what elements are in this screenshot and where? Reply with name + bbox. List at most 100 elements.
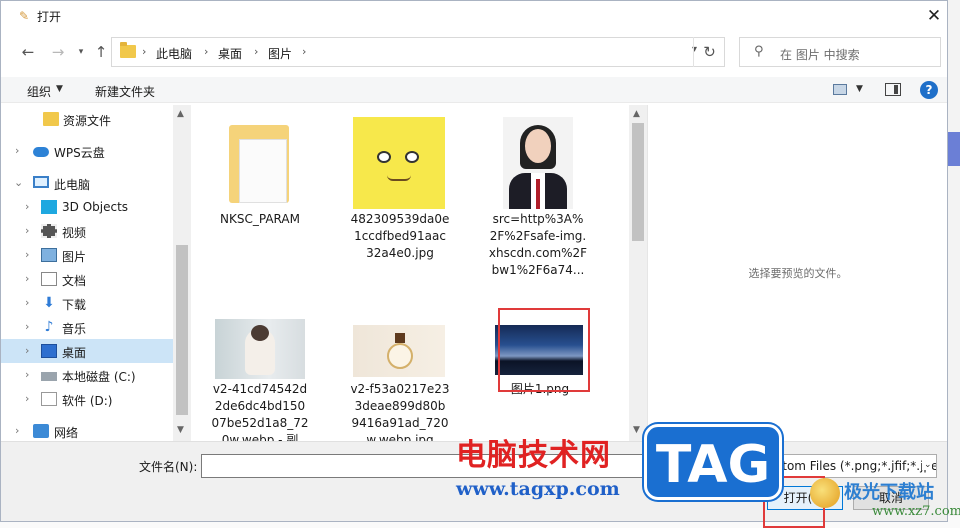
chevron-right-icon[interactable]: › (25, 272, 29, 285)
scroll-down-icon[interactable]: ▼ (177, 425, 184, 435)
breadcrumb-desktop[interactable]: 桌面 (218, 45, 242, 62)
chevron-right-icon[interactable]: › (25, 320, 29, 333)
computer-icon (33, 176, 49, 188)
nav-item-downloads[interactable]: › ⬇ 下载 (1, 291, 173, 315)
folder-icon (120, 42, 136, 58)
chevron-right-icon[interactable]: › (25, 392, 29, 405)
nav-item-software-d[interactable]: › 软件 (D:) (1, 387, 173, 411)
chevron-right-icon[interactable]: › (15, 424, 19, 437)
file-name: NKSC_PARAM (220, 212, 300, 226)
nav-item-local-disk-c[interactable]: › 本地磁盘 (C:) (1, 363, 173, 387)
file-thumbnail-id-photo[interactable] (503, 117, 573, 209)
new-folder-button[interactable]: 新建文件夹 (95, 83, 155, 100)
file-thumbnail-portrait[interactable] (215, 319, 305, 379)
chevron-right-icon[interactable]: › (25, 248, 29, 261)
chevron-right-icon[interactable]: › (15, 144, 19, 157)
close-button[interactable]: ✕ (919, 1, 949, 31)
preview-pane-toggle-icon[interactable] (885, 83, 901, 96)
chevron-right-icon[interactable]: › (25, 200, 29, 213)
app-feather-icon: ✎ (18, 9, 30, 23)
back-arrow-icon[interactable]: ← (17, 41, 39, 63)
chevron-right-icon[interactable]: › (25, 224, 29, 237)
file-name-line: 1ccdfbed91aac (354, 229, 446, 243)
breadcrumb-pictures[interactable]: 图片 (268, 45, 292, 62)
scrollbar-thumb[interactable] (176, 245, 188, 415)
watermark-url: www.tagxp.com (456, 478, 620, 500)
nav-item-3d-objects[interactable]: › 3D Objects (1, 195, 173, 219)
file-name: v2-f53a0217e23 3deae899d80b 9416a91ad_72… (331, 381, 469, 441)
nav-item-label: WPS云盘 (54, 146, 105, 160)
watermark-tag-logo: TAG (644, 424, 782, 500)
window-title: 打开 (37, 10, 62, 24)
drive-icon (41, 392, 57, 406)
search-icon: ⚲ (754, 44, 764, 59)
nav-item-wps-cloud[interactable]: › WPS云盘 (1, 139, 173, 163)
file-thumbnail-spongebob[interactable] (353, 117, 445, 209)
change-view-icon[interactable] (833, 84, 847, 95)
file-name-line: v2-f53a0217e23 (350, 382, 450, 396)
up-arrow-icon[interactable]: ↑ (90, 41, 112, 63)
nav-item-desktop[interactable]: › 桌面 (1, 339, 173, 363)
thumbnail-cap-shape (395, 333, 405, 343)
nav-item-network[interactable]: › 网络 (1, 419, 173, 441)
file-list-scrollbar[interactable]: ▲ ▼ (629, 105, 647, 441)
refresh-icon[interactable]: ↻ (693, 37, 725, 67)
nav-item-music[interactable]: › ♪ 音乐 (1, 315, 173, 339)
file-name: src=http%3A% 2F%2Fsafe-img. xhscdn.com%2… (469, 211, 607, 279)
recent-dropdown-icon[interactable]: ▾ (70, 41, 92, 63)
nav-item-documents[interactable]: › 文档 (1, 267, 173, 291)
help-icon[interactable]: ? (920, 81, 938, 99)
breadcrumb-this-pc[interactable]: 此电脑 (156, 45, 192, 62)
chevron-right-icon[interactable]: › (204, 45, 208, 58)
thumbnail-mouth-shape (387, 175, 411, 181)
nav-item-videos[interactable]: › 视频 (1, 219, 173, 243)
file-name-line: 07be52d1a8_72 (211, 416, 309, 430)
nav-item-pictures[interactable]: › 图片 (1, 243, 173, 267)
organize-button[interactable]: 组织 (27, 83, 51, 100)
chevron-right-icon[interactable]: › (302, 45, 306, 58)
documents-icon (41, 272, 57, 286)
nav-item-resource-files[interactable]: 资源文件 (1, 107, 173, 131)
forward-arrow-icon[interactable]: → (47, 41, 69, 63)
drive-icon (41, 372, 57, 381)
cloud-icon (33, 147, 49, 157)
nav-item-label: 文档 (62, 274, 87, 288)
file-item-folder[interactable]: NKSC_PARAM (191, 115, 311, 275)
scrollbar-thumb[interactable] (632, 123, 644, 241)
aurora-logo-icon (810, 478, 840, 508)
file-name-line: bw1%2F6a74... (491, 263, 585, 277)
thumbnail-eye-shape (377, 151, 391, 163)
thumbnail-face-shape (525, 129, 551, 163)
nav-item-this-pc[interactable]: ⌄ 此电脑 (1, 171, 173, 195)
file-type-value: Custom Files (*.png;*.jfif;*.jpe (760, 459, 937, 473)
address-bar[interactable]: › 此电脑 › 桌面 › 图片 › ▾ (111, 37, 725, 67)
file-thumbnail-perfume[interactable] (353, 325, 445, 377)
nav-scrollbar[interactable]: ▲ ▼ (173, 105, 191, 441)
file-name-line: 0w.webp - 副 (221, 433, 299, 441)
watermark-site-name: 极光下载站 (844, 482, 934, 503)
scroll-up-icon[interactable]: ▲ (177, 109, 184, 119)
nav-item-label: 资源文件 (63, 114, 112, 128)
view-options-dropdown-icon[interactable]: ▼ (856, 84, 863, 94)
file-name-line: 9416a91ad_720 (351, 416, 449, 430)
folder-icon (43, 112, 59, 126)
organize-dropdown-icon[interactable]: ▼ (56, 84, 63, 94)
file-name-line: 2F%2Fsafe-img. (489, 229, 587, 243)
scroll-up-icon[interactable]: ▲ (633, 109, 640, 119)
chevron-right-icon[interactable]: › (142, 45, 146, 58)
file-name-line: w.webp.jpg (366, 433, 434, 441)
chevron-right-icon[interactable]: › (254, 45, 258, 58)
scroll-down-icon[interactable]: ▼ (633, 425, 640, 435)
watermark-site-domain: www.xz7.com (872, 504, 960, 519)
pictures-icon (41, 248, 57, 262)
download-icon: ⬇ (43, 295, 55, 311)
video-icon (41, 224, 57, 238)
chevron-right-icon[interactable]: › (25, 368, 29, 381)
nav-item-label: 本地磁盘 (C:) (62, 370, 136, 384)
chevron-right-icon[interactable]: › (25, 344, 29, 357)
chevron-right-icon[interactable]: › (25, 296, 29, 309)
nav-item-label: 音乐 (62, 322, 87, 336)
chevron-down-icon[interactable]: ⌄ (14, 176, 23, 189)
file-name: 482309539da0e 1ccdfbed91aac 32a4e0.jpg (331, 211, 469, 262)
search-input[interactable]: ⚲ 在 图片 中搜索 (739, 37, 941, 67)
